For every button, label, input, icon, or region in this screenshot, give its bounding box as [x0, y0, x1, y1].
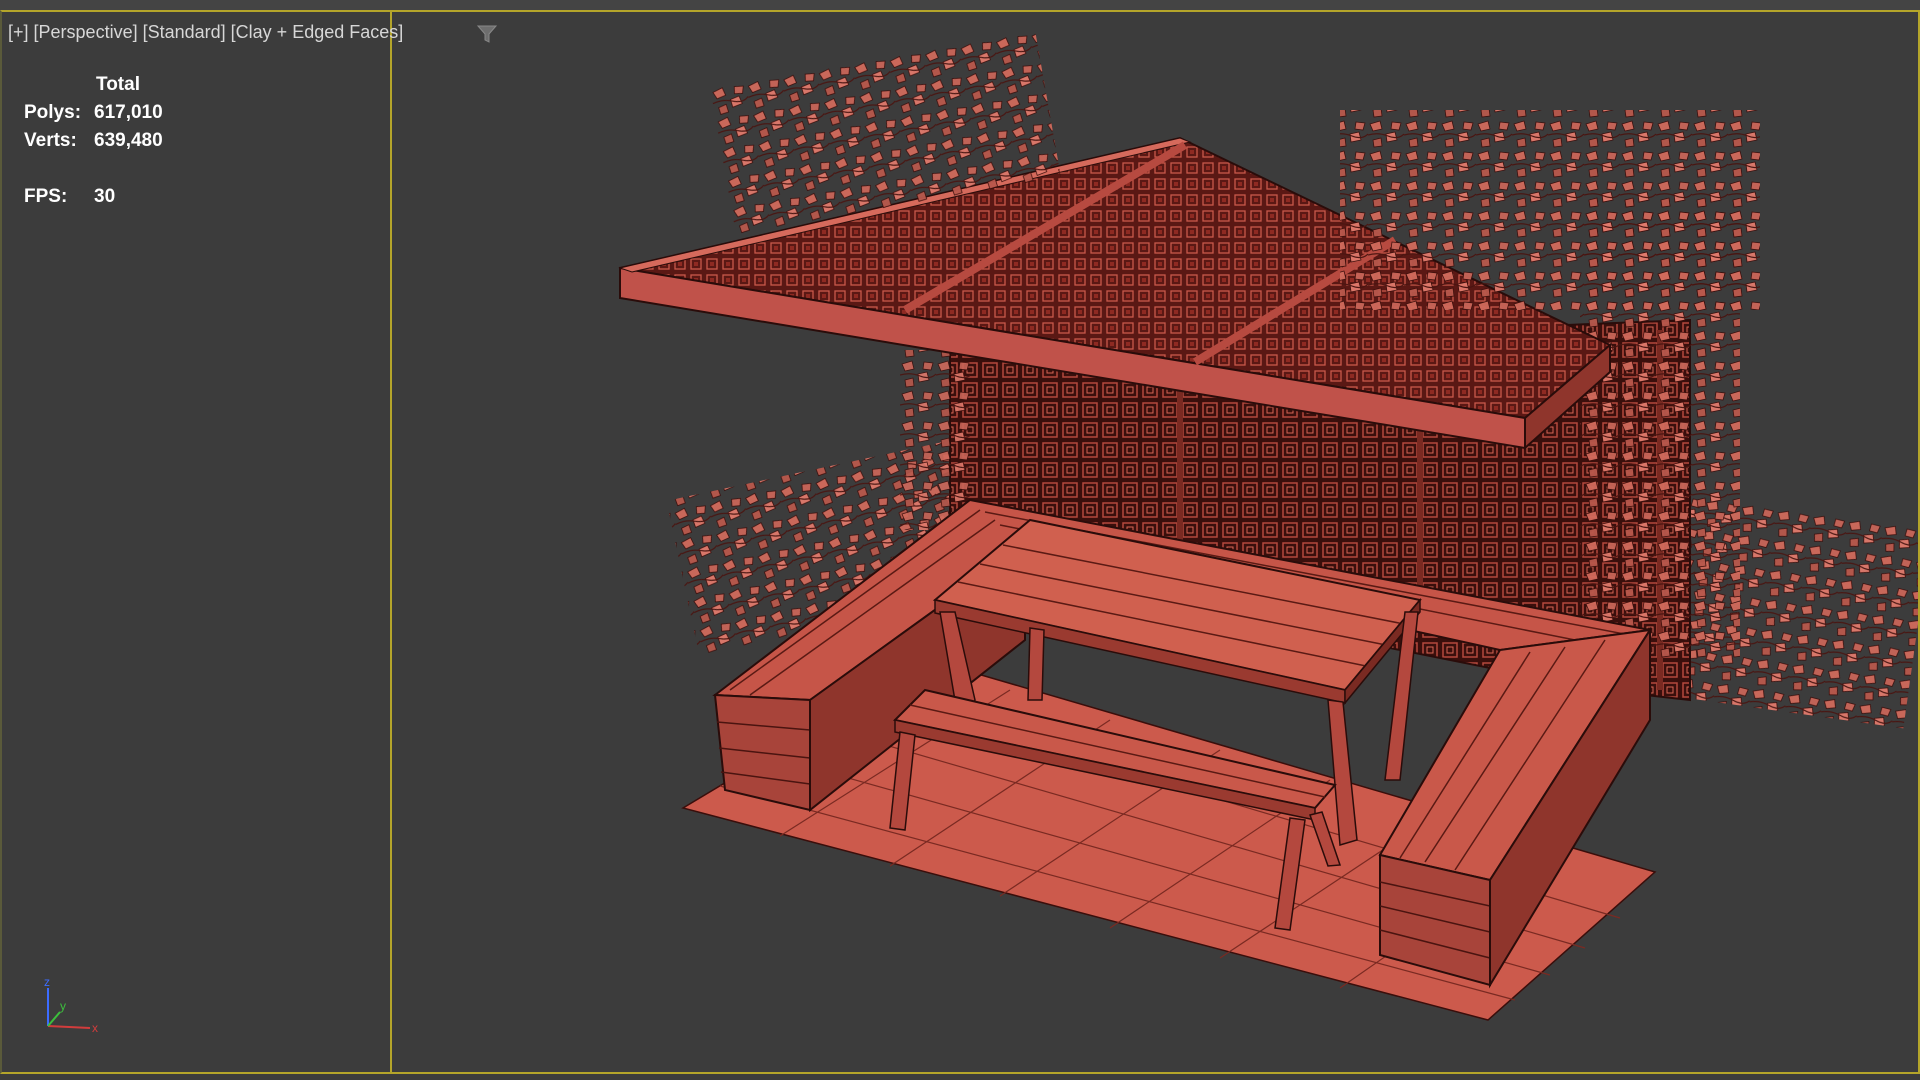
filter-funnel-icon[interactable] — [476, 23, 498, 45]
verts-row: Verts: 639,480 — [24, 130, 163, 152]
verts-label: Verts: — [24, 130, 77, 151]
scene-render[interactable] — [0, 0, 1920, 1080]
stats-header: Total — [96, 74, 140, 95]
viewport-plus-menu[interactable]: [+] — [8, 22, 29, 42]
gizmo-z-label: z — [44, 975, 50, 989]
viewport-label-menu[interactable]: [+] [Perspective] [Standard] [Clay + Edg… — [8, 22, 403, 43]
polys-row: Polys: 617,010 — [24, 102, 163, 124]
polys-label: Polys: — [24, 102, 82, 123]
axis-gizmo-icon: z y x — [44, 975, 98, 1034]
perspective-viewport[interactable]: [+] [Perspective] [Standard] [Clay + Edg… — [0, 0, 1920, 1080]
gizmo-x-label: x — [92, 1021, 98, 1034]
viewport-pov-menu[interactable]: [Perspective] — [34, 22, 138, 42]
viewport-shading-standard-menu[interactable]: [Standard] — [143, 22, 226, 42]
verts-value: 639,480 — [94, 130, 163, 151]
fps-value: 30 — [94, 186, 116, 207]
fps-row: FPS: 30 — [24, 186, 115, 208]
fps-label: FPS: — [24, 186, 68, 207]
viewport-display-style-menu[interactable]: [Clay + Edged Faces] — [231, 22, 404, 42]
polys-value: 617,010 — [94, 102, 163, 123]
gizmo-y-label: y — [60, 999, 66, 1013]
